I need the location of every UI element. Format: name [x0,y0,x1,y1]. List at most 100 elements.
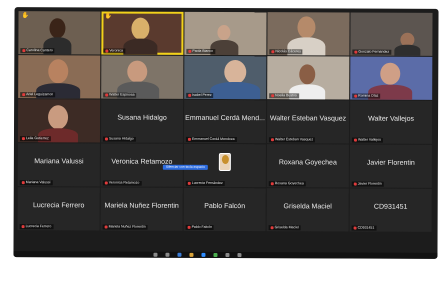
participant-name: Carolina Cantero [26,48,53,53]
participant-tile[interactable]: Mariana Valussi Mariana Valussi [17,143,100,187]
participant-name-label: Mariana Valussi [19,180,53,186]
participant-name-label: Romina Díaz [352,93,381,99]
gallery-grid: ✋ Carolina Cantero ✋ Veronica Paola Bian… [17,11,434,250]
store-icon[interactable] [225,252,230,258]
participant-tile[interactable]: Lucrecia Ferrero Lucrecia Ferrero [17,187,100,231]
participant-name: Ariel Leguizamon [26,92,54,97]
participant-name-label: Roxana Goyechea [268,181,306,187]
participant-display-name: CD931451 [373,203,408,211]
zoom-screen-photo: ✋ Carolina Cantero ✋ Veronica Paola Bian… [13,7,439,259]
participant-name: Paola Bianco [192,48,214,53]
participant-tile[interactable]: Roxana Goyechea Roxana Goyechea [266,144,349,188]
muted-mic-icon [353,182,357,186]
mail-icon[interactable] [237,253,242,258]
participant-tile[interactable]: Mariela Nuñez Florentin Mariela Nuñez Fl… [100,187,183,231]
participant-display-name: Walter Esteban Vasquez [269,115,347,123]
participant-name: Susana Hidalgo [108,136,134,141]
participant-name: Walter Esteban Vasquez [274,137,314,142]
participant-display-name: Pablo Falcón [204,202,246,211]
participant-name-label: CD931451 [351,225,377,231]
participant-tile[interactable]: Susana Hidalgo Susana Hidalgo [100,99,184,143]
muted-mic-icon [21,136,25,140]
participant-display-name: Roxana Goyechea [278,159,337,167]
participant-name-label: Nicolás Cáceres [269,49,303,55]
search-icon[interactable] [153,252,158,257]
muted-mic-icon [354,94,358,98]
participant-name-label: Pablo Falcón [185,224,215,230]
participant-name-label: Mariela Nuñez Florentin [102,224,148,230]
participant-tile[interactable]: ✋ Carolina Cantero [18,11,101,55]
participant-name: Emmanuel Cerdá Mendoza [191,136,235,142]
participant-tile[interactable]: Gonzalo Fernandez [350,12,433,56]
participant-tile[interactable]: Noelia Bustos [267,56,350,100]
participant-display-name: Javier Florentin [366,159,415,167]
muted-mic-icon [188,93,192,97]
participant-name-label: Griselda Maciel [268,225,301,231]
muted-mic-icon [187,181,191,185]
participant-display-name: Griselda Maciel [283,203,332,211]
participant-tile[interactable]: Walter Esteban Vasquez Walter Esteban Va… [266,100,350,144]
muted-mic-icon [104,137,108,141]
muted-mic-icon [104,181,108,185]
muted-mic-icon [270,181,274,185]
muted-mic-icon [271,49,275,53]
participant-display-name: Mariana Valussi [34,158,84,166]
chrome-icon[interactable] [213,252,218,257]
file-explorer-icon[interactable] [189,252,194,257]
participant-tile[interactable]: Ariel Leguizamon [18,55,101,99]
participant-name-label: Lucrecia Ferrero [19,224,54,230]
muted-mic-icon [187,137,191,141]
participant-tile[interactable]: Nicolás Cáceres [267,12,350,56]
task-view-icon[interactable] [165,252,170,257]
edge-browser-icon[interactable] [177,252,182,257]
participant-display-name: Mariela Nuñez Florentin [104,202,179,210]
muted-mic-icon [270,225,274,229]
muted-mic-icon [105,49,109,53]
participant-name: Gonzalo Fernandez [358,49,390,54]
participant-tile[interactable]: Pablo Falcón Pablo Falcón [183,187,266,232]
muted-mic-icon [353,226,357,230]
participant-name: Griselda Maciel [274,225,299,230]
participant-name-label: Veronica Retamozo [102,180,142,186]
participant-name: Lucrecia Ferrero [25,224,52,229]
zoom-app-icon[interactable] [201,252,206,257]
participant-tile[interactable]: Walter Espinosa [101,55,184,99]
mute-shortcut-tooltip: Silenciar con tecla espacio [162,164,208,170]
participant-name: Noelia Bustos [275,93,297,98]
raised-hand-icon: ✋ [104,13,113,20]
participant-tile[interactable]: Leila Gutierrez [17,99,101,143]
participant-tile[interactable]: CD931451 CD931451 [349,188,432,232]
muted-mic-icon [22,92,26,96]
participant-tile[interactable]: Walter Vallejos Walter Vallejos [349,100,433,144]
muted-mic-icon [104,225,108,229]
participant-display-name: Susana Hidalgo [117,114,167,122]
participant-tile[interactable]: Griselda Maciel Griselda Maciel [266,188,349,232]
participant-tile[interactable]: Javier Florentin Javier Florentin [349,144,432,188]
muted-mic-icon [105,93,109,97]
participant-name: Mariela Nuñez Florentin [108,224,146,229]
participant-name-label: Susana Hidalgo [102,136,136,142]
participant-tile[interactable]: Paola Bianco [184,11,267,56]
participant-tile[interactable]: Emmanuel Cerdá Mend... Emmanuel Cerdá Me… [183,99,267,144]
muted-mic-icon [187,225,191,229]
participant-name-label: Walter Vallejos [351,137,383,143]
participant-name: Javier Florentin [357,181,382,186]
participant-display-name: Emmanuel Cerdá Mend... [185,114,265,123]
participant-name: Nicolás Cáceres [275,49,301,54]
participant-name: Leila Gutierrez [25,136,49,141]
participant-name-label: Javier Florentin [351,181,384,187]
muted-mic-icon [22,48,26,52]
participant-tile[interactable]: Romina Díaz [350,56,433,100]
participant-name: Veronica [109,48,123,53]
participant-name: Lucrecia Fernández [191,180,223,185]
participant-name-label: Gonzalo Fernandez [352,49,392,55]
participant-tile[interactable]: Isabel Perez [184,55,267,100]
participant-tile[interactable]: ✋ Veronica [101,11,184,55]
participant-name-label: Ariel Leguizamon [20,92,56,98]
participant-name: Romina Díaz [358,93,379,98]
participant-name: CD931451 [357,225,375,230]
muted-mic-icon [353,138,357,142]
participant-name-label: Isabel Perez [186,92,214,98]
participant-name-label: Walter Espinosa [103,92,137,98]
participant-name-label: Paola Bianco [186,48,216,54]
